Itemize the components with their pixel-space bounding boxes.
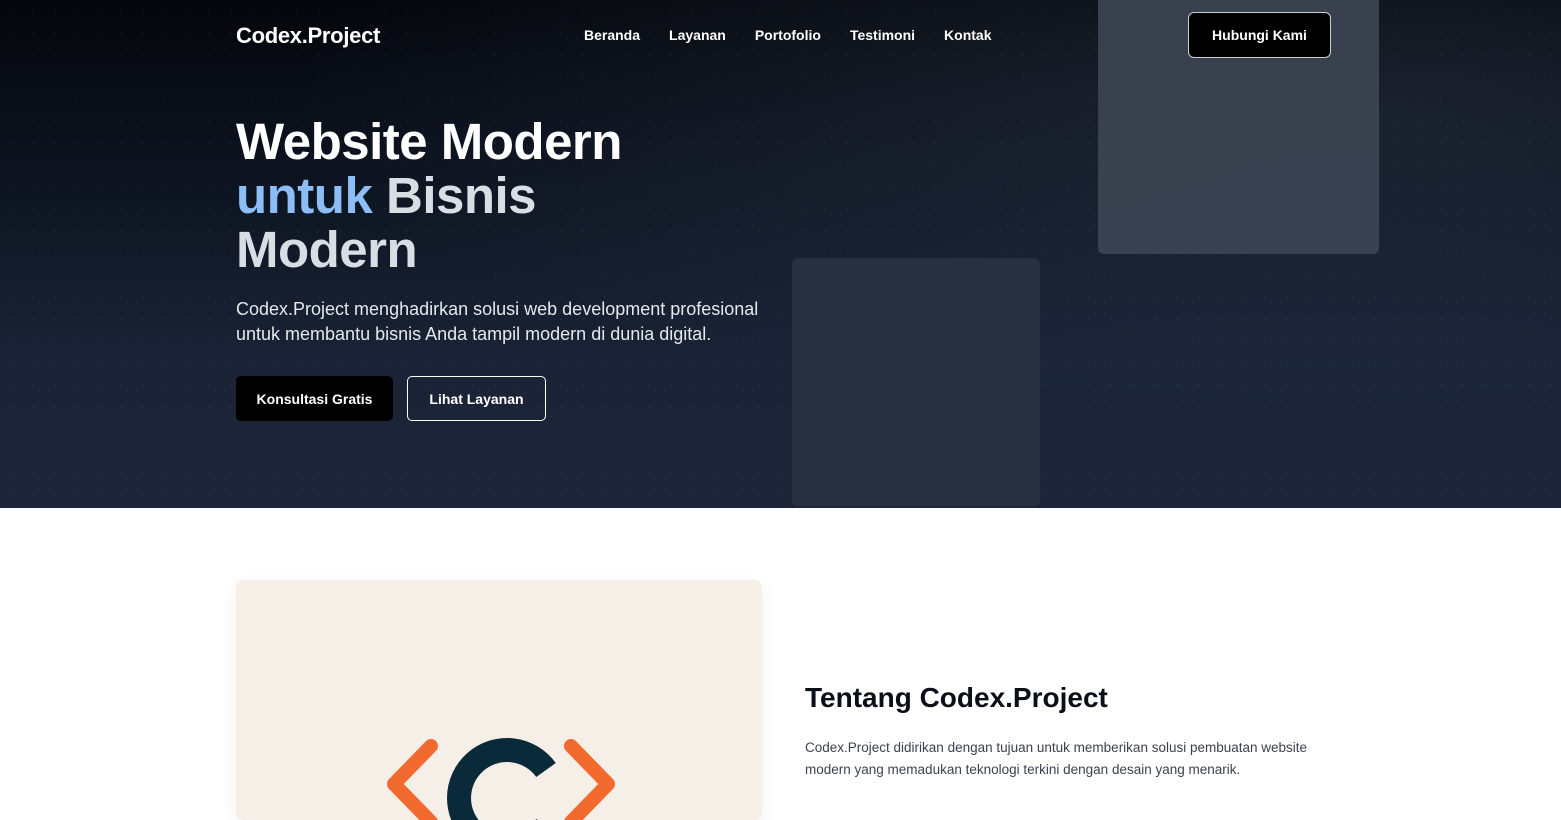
nav-link-beranda[interactable]: Beranda [584,27,640,43]
about-description: Codex.Project didirikan dengan tujuan un… [805,740,1308,777]
about-image-card [236,580,762,820]
nav-link-portofolio[interactable]: Portofolio [755,27,821,43]
headline-line-2: Bisnis [372,167,537,224]
nav-menu: Beranda Layanan Portofolio Testimoni Kon… [584,27,991,43]
hero-section: Codex.Project Beranda Layanan Portofolio… [0,0,1561,508]
about-title: Tentang Codex.Project [805,682,1108,713]
view-services-button[interactable]: Lihat Layanan [407,376,546,421]
headline-line-3: Modern [236,221,418,278]
hero-decorative-panel [792,258,1040,506]
hero-subtitle: Codex.Project menghadirkan solusi web de… [236,299,759,344]
codex-logo-icon [387,738,615,820]
nav-link-layanan[interactable]: Layanan [669,27,726,43]
nav-link-kontak[interactable]: Kontak [944,27,991,43]
nav-link-testimoni[interactable]: Testimoni [850,27,915,43]
hero-headline: Website Modern untuk Bisnis Modern [236,115,622,277]
headline-accent: untuk [236,167,373,224]
top-navbar: Codex.Project Beranda Layanan Portofolio… [0,0,1561,72]
contact-us-button[interactable]: Hubungi Kami [1188,12,1331,58]
site-logo[interactable]: Codex.Project [236,23,380,49]
headline-line-1: Website Modern [236,113,622,170]
free-consultation-button[interactable]: Konsultasi Gratis [236,376,393,421]
